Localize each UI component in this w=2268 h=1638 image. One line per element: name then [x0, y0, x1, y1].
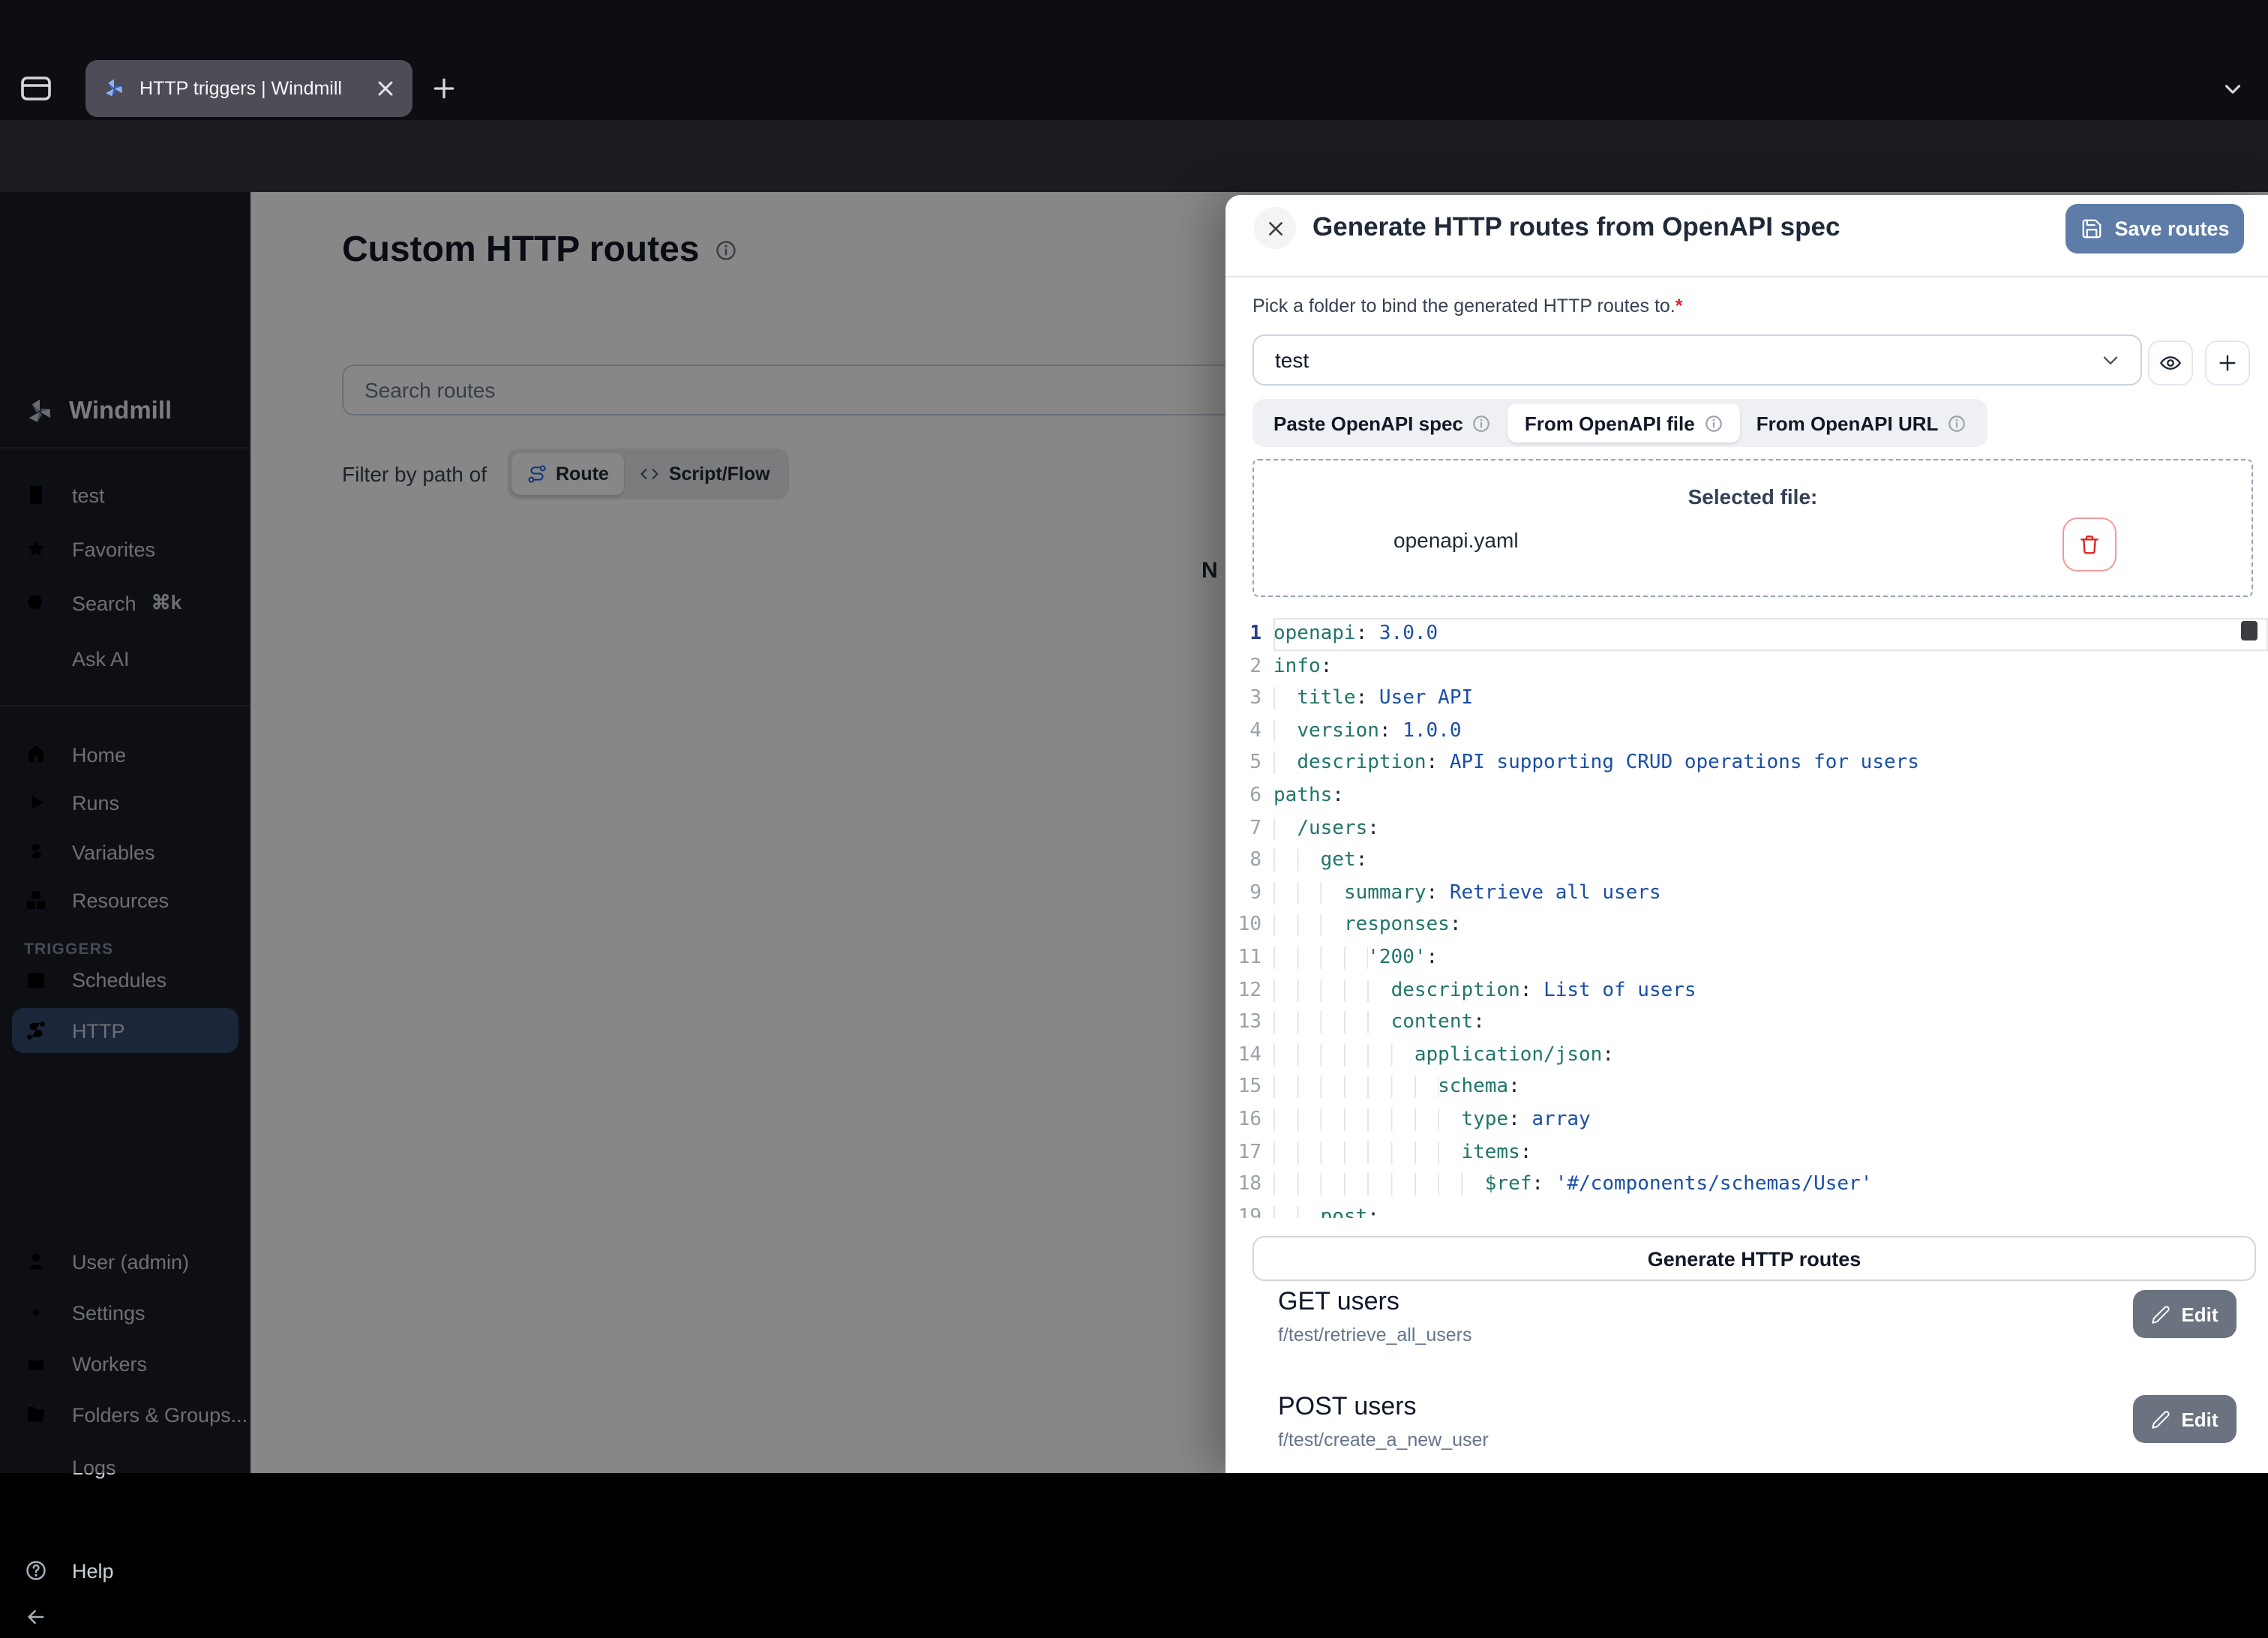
info-icon [1472, 413, 1492, 433]
new-tab-icon[interactable] [429, 74, 459, 104]
code-line[interactable]: 11 '200': [1226, 942, 2268, 974]
folder-select[interactable]: test [1252, 334, 2142, 386]
arrow-left-icon [24, 1605, 48, 1629]
tab-strip: HTTP triggers | Windmill [0, 0, 2268, 120]
pencil-icon [2151, 1409, 2170, 1429]
code-line[interactable]: 6paths: [1226, 780, 2268, 812]
line-number: 4 [1226, 716, 1274, 748]
line-number: 10 [1226, 910, 1274, 942]
edit-route-button[interactable]: Edit [2133, 1395, 2236, 1443]
editor-scrollbar-thumb[interactable] [2241, 621, 2258, 640]
line-number: 2 [1226, 650, 1274, 682]
info-icon [1947, 413, 1966, 433]
windmill-favicon [102, 76, 126, 100]
trash-icon [2078, 532, 2102, 556]
app-viewport: Windmill test Favorites Search ⌘k Ask AI [0, 192, 2268, 1473]
line-number: 17 [1226, 1136, 1274, 1168]
tab-from-openapi-url[interactable]: From OpenAPI URL [1740, 404, 1984, 442]
line-number: 11 [1226, 942, 1274, 974]
drawer-title: Generate HTTP routes from OpenAPI spec [1312, 212, 1840, 243]
code-line[interactable]: 4 version: 1.0.0 [1226, 716, 2268, 748]
edit-route-button[interactable]: Edit [2133, 1290, 2236, 1338]
code-line[interactable]: 10 responses: [1226, 910, 2268, 942]
tab-paste-openapi-spec[interactable]: Paste OpenAPI spec [1257, 404, 1508, 442]
line-number: 5 [1226, 748, 1274, 780]
chevron-down-icon [2098, 348, 2122, 372]
pencil-icon [2151, 1304, 2170, 1324]
route-title: POST users [1278, 1392, 1417, 1422]
line-number: 3 [1226, 682, 1274, 715]
sidebar-collapse[interactable] [0, 1596, 250, 1638]
line-number: 14 [1226, 1039, 1274, 1071]
view-folder-button[interactable] [2148, 340, 2193, 386]
plus-icon [2216, 351, 2240, 375]
list-tabs-icon[interactable] [2220, 76, 2246, 102]
tab-overview-icon[interactable] [18, 70, 54, 106]
line-number: 1 [1226, 618, 1274, 650]
code-editor[interactable]: 1openapi: 3.0.02info:3 title: User API4 … [1226, 618, 2268, 1218]
code-line[interactable]: 17 items: [1226, 1136, 2268, 1168]
screen: HTTP triggers | Windmill [0, 0, 2268, 1473]
line-number: 15 [1226, 1072, 1274, 1104]
eye-icon [2158, 351, 2182, 375]
code-line[interactable]: 2info: [1226, 650, 2268, 682]
source-tabs: Paste OpenAPI spec From OpenAPI file Fro… [1252, 399, 1988, 447]
openapi-drawer: Generate HTTP routes from OpenAPI spec S… [1226, 195, 2268, 1473]
browser-tab[interactable]: HTTP triggers | Windmill [86, 60, 412, 117]
code-line[interactable]: 12 description: List of users [1226, 974, 2268, 1006]
selected-file-label: Selected file: [1254, 484, 2252, 508]
help-icon [24, 1558, 48, 1582]
save-routes-button[interactable]: Save routes [2066, 204, 2244, 254]
divider [1226, 276, 2268, 278]
line-number: 13 [1226, 1006, 1274, 1039]
route-path: f/test/create_a_new_user [1278, 1430, 1489, 1450]
tab-from-openapi-file[interactable]: From OpenAPI file [1508, 404, 1740, 442]
code-line[interactable]: 3 title: User API [1226, 682, 2268, 715]
line-number: 6 [1226, 780, 1274, 812]
line-number: 8 [1226, 844, 1274, 877]
browser-navbar: http://localhost:3000/routes?filter_path… [0, 120, 2268, 192]
selected-file-box: Selected file: openapi.yaml [1252, 459, 2253, 597]
code-line[interactable]: 8 get: [1226, 844, 2268, 877]
required-asterisk: * [1676, 296, 1683, 316]
route-path: f/test/retrieve_all_users [1278, 1324, 1472, 1346]
folder-select-value: test [1275, 348, 2098, 372]
tab-close-icon[interactable] [374, 76, 398, 100]
tab-title: HTTP triggers | Windmill [140, 78, 374, 99]
code-line[interactable]: 1openapi: 3.0.0 [1226, 618, 2268, 650]
line-number: 12 [1226, 974, 1274, 1006]
code-line[interactable]: 13 content: [1226, 1006, 2268, 1039]
generate-http-routes-button[interactable]: Generate HTTP routes [1252, 1236, 2256, 1281]
close-drawer-button[interactable] [1254, 207, 1296, 249]
line-number: 19 [1226, 1201, 1274, 1218]
save-floppy-icon [2080, 218, 2102, 240]
line-number: 16 [1226, 1104, 1274, 1136]
code-line[interactable]: 15 schema: [1226, 1072, 2268, 1104]
line-number: 9 [1226, 878, 1274, 910]
folder-picker-label: Pick a folder to bind the generated HTTP… [1252, 296, 1683, 316]
route-title: GET users [1278, 1287, 1400, 1317]
selected-file-name: openapi.yaml [1394, 528, 1519, 552]
line-number: 18 [1226, 1168, 1274, 1201]
code-lines: 1openapi: 3.0.02info:3 title: User API4 … [1226, 618, 2268, 1218]
code-line[interactable]: 18 $ref: '#/components/schemas/User' [1226, 1168, 2268, 1201]
sidebar-item-help[interactable]: Help [0, 1550, 250, 1592]
code-line[interactable]: 5 description: API supporting CRUD opera… [1226, 748, 2268, 780]
code-line[interactable]: 7 /users: [1226, 812, 2268, 844]
code-line[interactable]: 19 post: [1226, 1201, 2268, 1218]
add-folder-button[interactable] [2205, 340, 2250, 386]
remove-file-button[interactable] [2062, 518, 2116, 572]
browser-chrome: HTTP triggers | Windmill [0, 0, 2268, 192]
info-icon [1704, 413, 1724, 433]
code-line[interactable]: 16 type: array [1226, 1104, 2268, 1136]
code-line[interactable]: 14 application/json: [1226, 1039, 2268, 1071]
code-line[interactable]: 9 summary: Retrieve all users [1226, 878, 2268, 910]
line-number: 7 [1226, 812, 1274, 844]
